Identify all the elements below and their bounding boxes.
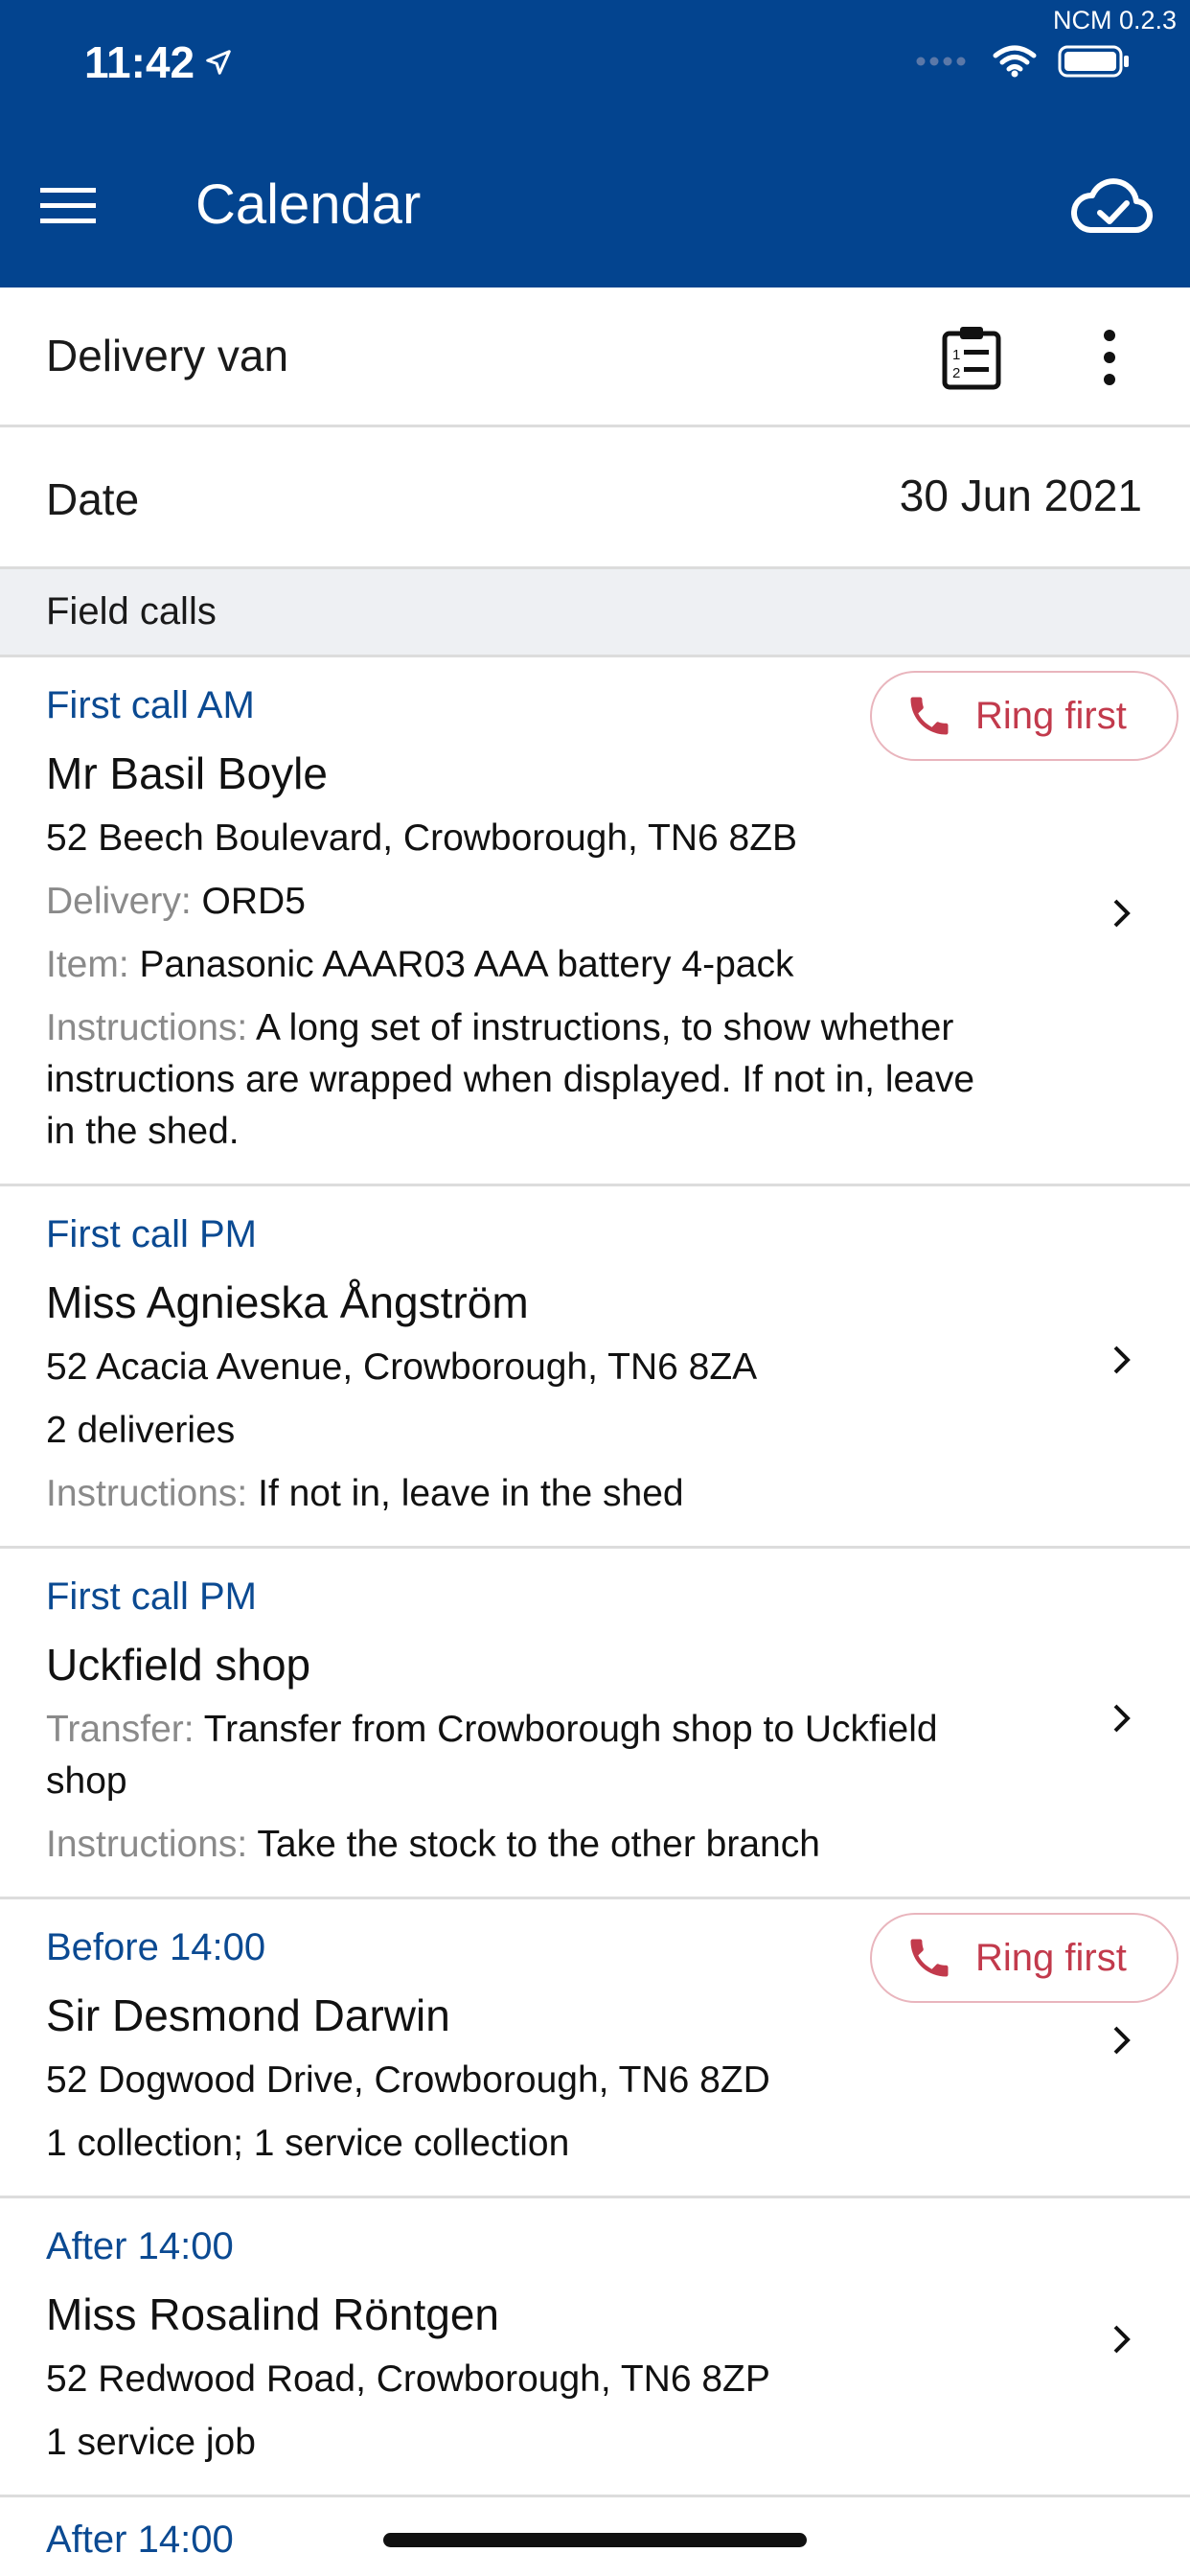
- call-item[interactable]: First call PM Miss Agnieska Ångström 52 …: [0, 1186, 1190, 1549]
- delivery-line: Delivery: ORD5: [46, 876, 1014, 928]
- address: 52 Redwood Road, Crowborough, TN6 8ZP: [46, 2358, 770, 2400]
- call-item[interactable]: First call AM Ring first Mr Basil Boyle …: [0, 657, 1190, 1186]
- instructions-line: Instructions: If not in, leave in the sh…: [46, 1468, 1014, 1520]
- status-time: 11:42: [84, 36, 233, 88]
- date-label: Date: [46, 474, 140, 524]
- wifi-icon: [993, 45, 1037, 78]
- chevron-right-icon: [1113, 1346, 1131, 1374]
- instructions-value: If not in, leave in the shed: [258, 1473, 684, 1514]
- svg-text:2: 2: [952, 365, 960, 381]
- ring-first-label: Ring first: [975, 1936, 1127, 1979]
- chevron-right-icon: [1113, 2026, 1131, 2055]
- customer-name: Mr Basil Boyle: [46, 748, 328, 798]
- delivery-value: ORD5: [201, 881, 306, 922]
- more-vertical-icon: [1104, 330, 1115, 385]
- phone-icon: [910, 1939, 949, 1977]
- call-time-slot: First call PM: [46, 1213, 257, 1255]
- customer-name: Miss Rosalind Röntgen: [46, 2289, 500, 2339]
- job-summary: 1 collection; 1 service collection: [46, 2123, 570, 2164]
- page-title: Calendar: [195, 173, 422, 236]
- van-selector-row[interactable]: Delivery van 1 2: [0, 288, 1190, 427]
- section-label: Field calls: [46, 590, 217, 632]
- clipboard-list-icon: 1 2: [942, 327, 1001, 390]
- address: 52 Beech Boulevard, Crowborough, TN6 8ZB: [46, 817, 798, 859]
- instructions-label: Instructions:: [46, 1824, 248, 1865]
- customer-name: Miss Agnieska Ångström: [46, 1277, 529, 1327]
- status-icons: [916, 44, 1131, 79]
- svg-text:1: 1: [952, 347, 960, 363]
- transfer-line: Transfer: Transfer from Crowborough shop…: [46, 1704, 1014, 1807]
- call-time-slot: After 14:00: [46, 2225, 234, 2267]
- call-item[interactable]: After 14:00 Miss Rosalind Röntgen 52 Red…: [0, 2198, 1190, 2497]
- van-label: Delivery van: [46, 331, 289, 380]
- instructions-line: Instructions: A long set of instructions…: [46, 1002, 1014, 1158]
- battery-icon: [1058, 45, 1129, 78]
- call-time-slot: After 14:00: [46, 2518, 234, 2561]
- sync-button[interactable]: [1070, 172, 1154, 240]
- home-indicator[interactable]: [383, 2533, 807, 2547]
- version-label: NCM 0.2.3: [1052, 6, 1177, 34]
- item-value: Panasonic AAAR03 AAA battery 4-pack: [139, 944, 794, 985]
- chevron-right-icon: [1113, 899, 1131, 928]
- customer-name: Uckfield shop: [46, 1640, 311, 1690]
- ring-first-button[interactable]: Ring first: [870, 1913, 1179, 2003]
- more-options-button[interactable]: [1090, 326, 1129, 389]
- cloud-done-icon: [1070, 178, 1154, 234]
- app-bar: NCM 0.2.3 11:42 Calendar: [0, 0, 1190, 288]
- clipboard-button[interactable]: 1 2: [939, 324, 1004, 391]
- hamburger-menu-icon: [40, 188, 96, 223]
- instructions-value: Take the stock to the other branch: [257, 1824, 820, 1865]
- item-label: Item:: [46, 944, 129, 985]
- item-line: Item: Panasonic AAAR03 AAA battery 4-pac…: [46, 939, 1014, 991]
- delivery-label: Delivery:: [46, 881, 192, 922]
- phone-icon: [910, 697, 949, 735]
- call-time-slot: Before 14:00: [46, 1926, 266, 1968]
- job-summary: 1 service job: [46, 2422, 256, 2463]
- time-text: 11:42: [84, 37, 195, 87]
- date-value[interactable]: 30 Jun 2021: [900, 470, 1142, 521]
- instructions-label: Instructions:: [46, 1007, 248, 1048]
- cellular-signal-icon: [916, 57, 966, 66]
- call-item[interactable]: First call PM Uckfield shop Transfer: Tr…: [0, 1549, 1190, 1899]
- location-arrow-icon: [206, 50, 231, 75]
- instructions-line: Instructions: Take the stock to the othe…: [46, 1819, 1014, 1871]
- address: 52 Acacia Avenue, Crowborough, TN6 8ZA: [46, 1346, 758, 1388]
- section-header-field-calls: Field calls: [0, 569, 1190, 657]
- chevron-right-icon: [1113, 2325, 1131, 2354]
- ring-first-button[interactable]: Ring first: [870, 671, 1179, 761]
- customer-name: Sir Desmond Darwin: [46, 1990, 450, 2040]
- instructions-label: Instructions:: [46, 1473, 248, 1514]
- ring-first-label: Ring first: [975, 694, 1127, 737]
- call-item[interactable]: Before 14:00 Ring first Sir Desmond Darw…: [0, 1899, 1190, 2198]
- transfer-label: Transfer:: [46, 1709, 195, 1750]
- call-time-slot: First call PM: [46, 1576, 257, 1618]
- date-row[interactable]: Date 30 Jun 2021: [0, 427, 1190, 569]
- call-time-slot: First call AM: [46, 684, 255, 726]
- menu-button[interactable]: [40, 186, 96, 224]
- chevron-right-icon: [1113, 1704, 1131, 1733]
- address: 52 Dogwood Drive, Crowborough, TN6 8ZD: [46, 2059, 770, 2101]
- job-summary: 2 deliveries: [46, 1410, 236, 1451]
